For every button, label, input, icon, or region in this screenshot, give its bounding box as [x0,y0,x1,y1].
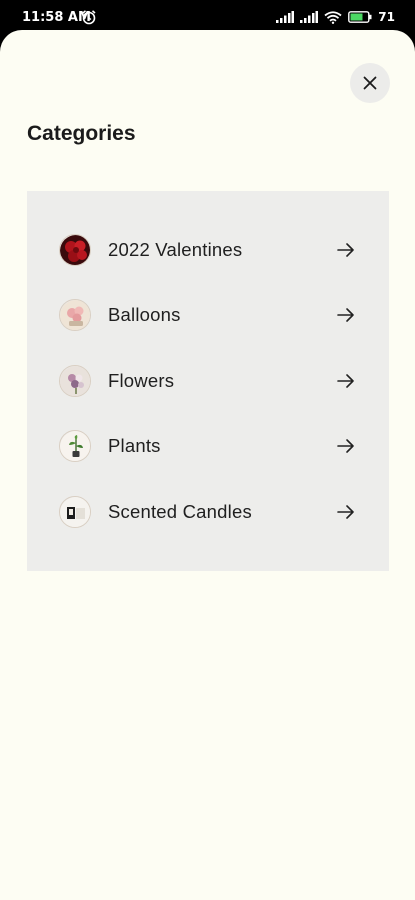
signal-icon [276,11,295,23]
pink-balloons-thumbnail [59,299,91,331]
category-item-flowers[interactable]: Flowers [59,361,359,401]
status-indicators: 71 [276,9,395,25]
close-icon [363,76,377,90]
arrow-right-icon [337,308,354,322]
category-label: Flowers [108,370,175,391]
category-item-balloons[interactable]: Balloons [59,295,359,335]
battery-percent: 71 [378,10,395,24]
candle-jar-thumbnail [59,496,91,528]
arrow-right-icon [337,439,354,453]
category-item-2022-valentines[interactable]: 2022 Valentines [59,230,359,270]
red-roses-thumbnail [59,234,91,266]
alarm-icon [82,10,96,25]
category-label: 2022 Valentines [108,239,243,260]
page-title: Categories [27,122,136,145]
arrow-right-icon [337,243,354,257]
battery-icon [348,11,372,23]
close-button[interactable] [350,63,390,103]
category-label: Scented Candles [108,501,252,522]
flower-bouquet-thumbnail [59,365,91,397]
category-list: 2022 Valentines Balloons Flowers Plants … [27,191,389,571]
category-label: Balloons [108,304,181,325]
category-label: Plants [108,435,161,456]
status-bar: 11:58 AM 71 [0,0,415,34]
signal-icon-secondary [300,11,319,23]
potted-plant-thumbnail [59,430,91,462]
arrow-right-icon [337,505,354,519]
category-item-plants[interactable]: Plants [59,426,359,466]
wifi-icon [324,10,342,24]
category-item-scented-candles[interactable]: Scented Candles [59,492,359,532]
arrow-right-icon [337,374,354,388]
